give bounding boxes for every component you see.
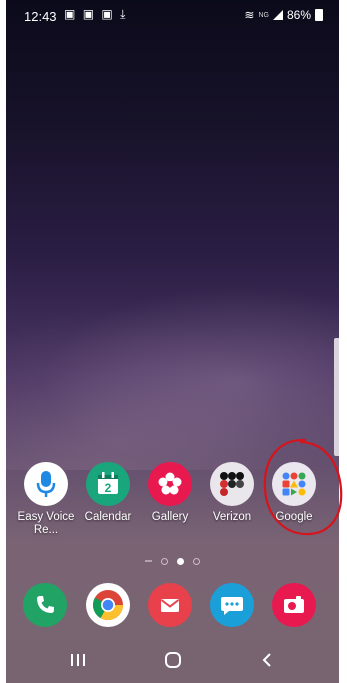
network-type: NG	[258, 11, 269, 19]
status-time: 12:43	[24, 9, 57, 24]
back-icon	[262, 653, 271, 667]
image-notification-icon: ▣	[101, 7, 115, 21]
camera-icon[interactable]	[272, 583, 316, 627]
calendar-date: 2	[105, 481, 112, 495]
chrome-icon[interactable]	[86, 583, 130, 627]
home-page-dash	[145, 560, 152, 562]
page-indicator[interactable]	[145, 556, 200, 566]
page-dot	[193, 557, 200, 565]
folder-google[interactable]: Google	[263, 462, 325, 524]
download-icon: ⤓	[120, 7, 128, 21]
back-button[interactable]	[252, 650, 282, 670]
app-calendar[interactable]: 2 Calendar	[77, 462, 139, 524]
app-label: Gallery	[151, 511, 189, 523]
chat-bubble-icon[interactable]	[210, 583, 254, 627]
navigation-bar	[6, 636, 339, 683]
status-right: ≋ NG 86%	[244, 8, 323, 22]
flower-icon	[148, 462, 192, 506]
email-icon[interactable]	[148, 583, 192, 627]
wallpaper-stars	[6, 270, 339, 470]
microphone-icon	[24, 462, 68, 506]
signal-icon	[272, 10, 283, 20]
notification-icons: ▣ ▣ ▣ ⤓	[64, 7, 127, 22]
photo-notification-icon: ▣	[64, 7, 78, 21]
edge-panel-handle[interactable]	[334, 338, 339, 456]
dock	[6, 583, 339, 631]
home-icon	[165, 652, 181, 668]
app-label: Google	[275, 511, 313, 523]
wifi-icon: ≋	[244, 8, 255, 22]
recents-icon	[71, 654, 85, 666]
folder-icon	[272, 462, 316, 506]
folder-verizon[interactable]: Verizon	[201, 462, 263, 524]
phone-icon[interactable]	[23, 583, 67, 627]
app-label: Calendar	[84, 511, 132, 523]
app-easy-voice-recorder[interactable]: Easy Voice Re...	[15, 462, 77, 537]
page-dot	[161, 557, 168, 565]
image-notification-icon: ▣	[82, 7, 97, 21]
app-gallery[interactable]: Gallery	[139, 462, 201, 524]
folder-icon	[210, 462, 254, 506]
status-bar: 12:43 ▣ ▣ ▣ ⤓ ≋ NG 86%	[6, 0, 339, 30]
battery-icon	[315, 9, 323, 21]
home-apps-row: Easy Voice Re... 2 Calendar Gallery Veri…	[6, 462, 339, 542]
app-label: Easy Voice Re...	[17, 511, 75, 536]
app-label: Verizon	[212, 511, 252, 523]
recents-button[interactable]	[63, 650, 93, 670]
home-button[interactable]	[158, 650, 188, 670]
calendar-icon: 2	[86, 462, 130, 506]
page-dot-active	[177, 557, 184, 565]
battery-percent: 86%	[286, 8, 311, 22]
home-screen: 12:43 ▣ ▣ ▣ ⤓ ≋ NG 86% Easy Voice Re... …	[6, 0, 339, 683]
